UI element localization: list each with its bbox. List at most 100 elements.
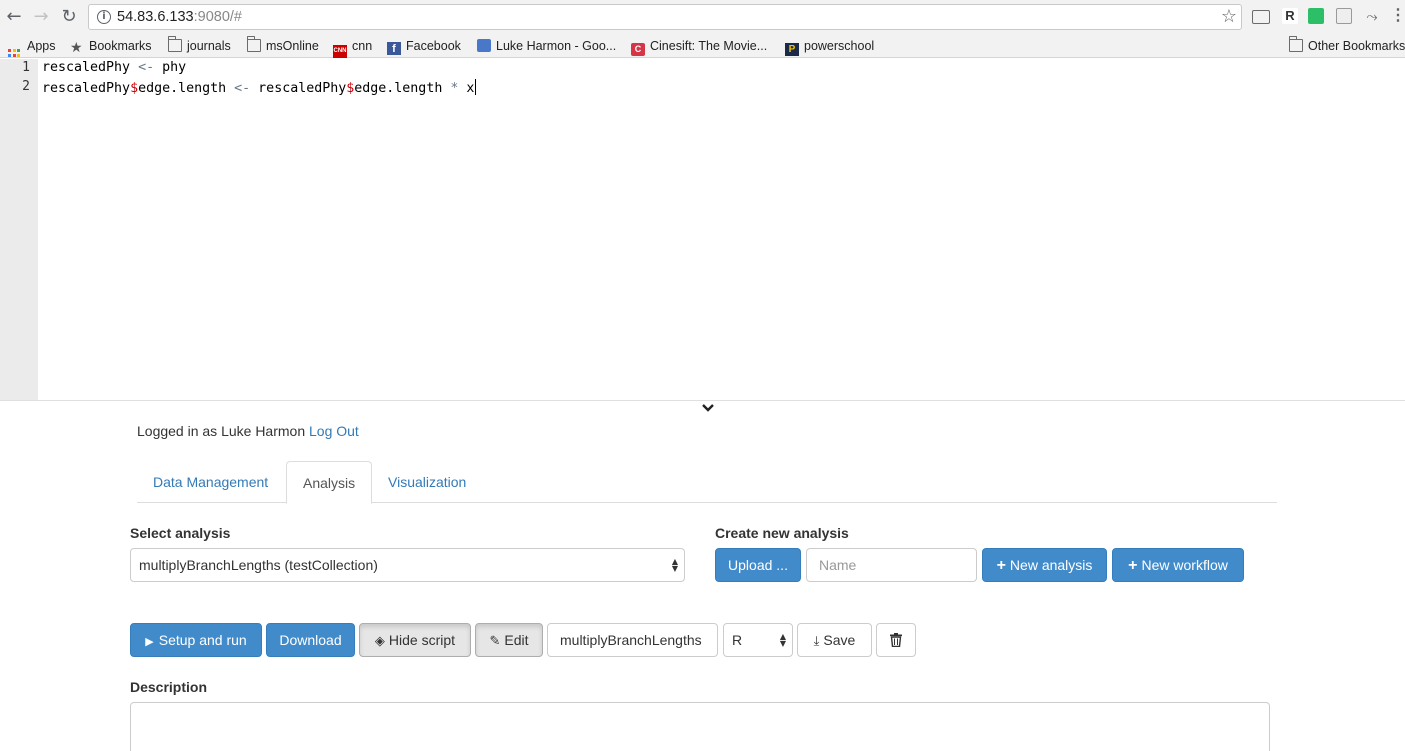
- bookmark-label: Other Bookmarks: [1308, 39, 1405, 53]
- url-port: :9080/#: [193, 9, 242, 25]
- folder-icon: [1289, 36, 1303, 52]
- bookmark-facebook[interactable]: f Facebook: [387, 37, 461, 55]
- bookmark-label: Luke Harmon - Goo...: [496, 39, 617, 53]
- bookmark-cnn[interactable]: CNN cnn: [333, 37, 373, 58]
- bookmark-label: journals: [187, 39, 231, 53]
- code-editor[interactable]: 1 2 rescaledPhy <- phy rescaledPhy$edge.…: [0, 59, 1405, 400]
- extension-grey-icon[interactable]: [1336, 8, 1352, 24]
- edit-button[interactable]: ✎ Edit: [475, 623, 543, 657]
- edit-label: Edit: [504, 632, 529, 648]
- select-analysis-label: Select analysis: [130, 525, 231, 541]
- hide-script-label: Hide script: [388, 632, 456, 648]
- forward-arrow-icon[interactable]: →: [31, 6, 51, 28]
- folder-icon: [168, 36, 182, 52]
- bookmark-label: Apps: [27, 39, 56, 53]
- new-workflow-label: New workflow: [1141, 557, 1228, 573]
- info-icon[interactable]: i: [97, 10, 111, 24]
- code-token: edge.length: [138, 81, 235, 96]
- description-textarea[interactable]: [130, 702, 1270, 751]
- bookmark-other[interactable]: Other Bookmarks: [1289, 36, 1405, 55]
- collapse-chevron-icon[interactable]: [699, 400, 717, 418]
- bookmark-label: cnn: [352, 39, 373, 53]
- code-token: x: [458, 81, 475, 96]
- language-select[interactable]: R ▲ ▼: [723, 623, 793, 657]
- extension-green-icon[interactable]: [1308, 8, 1324, 24]
- code-operator: <-: [234, 81, 251, 96]
- analysis-select[interactable]: multiplyBranchLengths (testCollection) ▲…: [130, 548, 685, 582]
- google-scholar-icon: [477, 39, 491, 52]
- code-token: rescaledPhy: [250, 81, 347, 96]
- play-icon: ▶: [145, 635, 154, 648]
- tab-data-management[interactable]: Data Management: [137, 461, 284, 503]
- language-select-value: R: [732, 632, 743, 648]
- code-line-1[interactable]: rescaledPhy <- phy: [42, 60, 186, 75]
- save-button[interactable]: ⤓ Save: [797, 623, 872, 657]
- save-label: Save: [823, 632, 856, 648]
- code-token: edge.length: [354, 81, 451, 96]
- address-bar[interactable]: i 54.83.6.133:9080/# ☆: [88, 4, 1242, 30]
- download-button[interactable]: Download: [266, 623, 355, 657]
- url-text: 54.83.6.133:9080/#: [117, 9, 242, 25]
- cast-icon[interactable]: [1252, 10, 1270, 24]
- download-icon: ⤓: [813, 634, 820, 649]
- select-arrows-icon: ▲ ▼: [671, 557, 678, 573]
- setup-and-run-button[interactable]: ▶ Setup and run: [130, 623, 262, 657]
- bookmark-label: msOnline: [266, 39, 319, 53]
- bookmark-label: Facebook: [406, 39, 461, 53]
- cnn-icon: CNN: [333, 45, 347, 58]
- new-workflow-button[interactable]: + New workflow: [1112, 548, 1244, 582]
- url-host: 54.83.6.133: [117, 9, 194, 25]
- line-number: 2: [22, 79, 30, 94]
- edit-icon: ✎: [489, 634, 501, 649]
- bookmark-label: powerschool: [804, 39, 875, 53]
- tab-visualization[interactable]: Visualization: [372, 461, 482, 503]
- login-status: Logged in as Luke Harmon Log Out: [137, 423, 359, 439]
- extension-r-icon[interactable]: R: [1282, 8, 1298, 24]
- script-name-input[interactable]: multiplyBranchLengths: [547, 623, 718, 657]
- new-analysis-label: New analysis: [1009, 557, 1093, 573]
- code-dollar: $: [130, 81, 139, 96]
- bookmark-cinesift[interactable]: C Cinesift: The Movie...: [631, 37, 768, 56]
- line-number: 1: [22, 60, 30, 75]
- reload-icon[interactable]: ↻: [59, 6, 79, 28]
- bookmark-star-icon[interactable]: ☆: [1221, 6, 1237, 27]
- code-token: phy: [154, 60, 187, 75]
- bookmark-label: Cinesift: The Movie...: [650, 39, 768, 53]
- bookmark-journals[interactable]: journals: [168, 36, 231, 55]
- plus-icon: +: [1128, 557, 1138, 574]
- bookmark-luke-harmon[interactable]: Luke Harmon - Goo...: [477, 37, 616, 55]
- extension-arrows-icon[interactable]: ⤳: [1364, 8, 1380, 24]
- hide-script-button[interactable]: ◈ Hide script: [359, 623, 471, 657]
- main-tabs: Data Management Analysis Visualization: [137, 461, 1277, 504]
- new-analysis-button[interactable]: + New analysis: [982, 548, 1107, 582]
- code-token: rescaledPhy: [42, 81, 131, 96]
- star-icon: ★: [70, 40, 83, 56]
- create-analysis-label: Create new analysis: [715, 525, 849, 541]
- cinesift-icon: C: [631, 43, 645, 56]
- menu-icon[interactable]: ⋮: [1390, 8, 1405, 24]
- bookmark-powerschool[interactable]: Ppowerschool: [785, 37, 875, 56]
- code-token: rescaledPhy: [42, 60, 139, 75]
- bookmark-bookmarks[interactable]: ★ Bookmarks: [70, 37, 152, 55]
- back-arrow-icon[interactable]: ←: [4, 6, 24, 28]
- bookmark-label: Bookmarks: [89, 39, 152, 53]
- browser-toolbar: ← → ↻ i 54.83.6.133:9080/# ☆ R ⤳ ⋮: [0, 0, 1405, 34]
- powerschool-icon: P: [785, 43, 799, 56]
- logout-link[interactable]: Log Out: [309, 423, 359, 439]
- text-cursor: [475, 79, 477, 95]
- code-line-2[interactable]: rescaledPhy$edge.length <- rescaledPhy$e…: [42, 79, 477, 96]
- bookmark-msonline[interactable]: msOnline: [247, 36, 319, 55]
- line-number-gutter: 1 2: [0, 59, 38, 400]
- bookmarks-bar: Apps ★ Bookmarks journals msOnline CNN cnn…: [0, 34, 1405, 62]
- bookmark-apps[interactable]: Apps: [8, 37, 56, 62]
- eye-slash-icon: ◈: [374, 634, 385, 649]
- delete-button[interactable]: [876, 623, 916, 657]
- analysis-name-input[interactable]: Name: [806, 548, 977, 582]
- upload-button[interactable]: Upload ...: [715, 548, 801, 582]
- tab-analysis[interactable]: Analysis: [286, 461, 373, 504]
- code-operator: <-: [138, 60, 155, 75]
- trash-icon: [890, 633, 902, 648]
- description-label: Description: [130, 679, 208, 695]
- select-arrows-icon: ▲ ▼: [779, 632, 786, 648]
- folder-icon: [247, 36, 261, 52]
